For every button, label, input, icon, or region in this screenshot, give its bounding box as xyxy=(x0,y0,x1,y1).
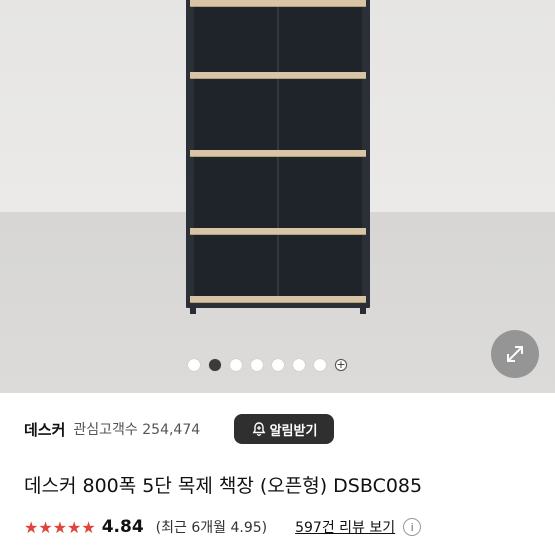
carousel-dot[interactable] xyxy=(293,359,305,371)
product-image[interactable]: + xyxy=(0,0,555,393)
carousel-dot[interactable] xyxy=(188,359,200,371)
recent-rating: (최근 6개월 4.95) xyxy=(155,520,268,536)
star-rating: ★ ★ ★ ★ ★ xyxy=(24,518,96,537)
notify-button-label: 알림받기 xyxy=(269,423,318,439)
rating-score: 4.84 xyxy=(101,517,144,537)
carousel-dot[interactable] xyxy=(314,359,326,371)
bell-plus-icon xyxy=(252,422,266,437)
star-icon: ★ xyxy=(52,517,68,537)
star-icon: ★ xyxy=(24,517,39,537)
carousel-dot[interactable] xyxy=(230,359,242,371)
expand-image-button[interactable] xyxy=(491,330,539,378)
carousel-dot-active[interactable] xyxy=(209,359,221,371)
followers-count: 관심고객수 254,474 xyxy=(73,422,201,438)
notify-button[interactable]: 알림받기 xyxy=(234,414,334,444)
star-icon: ★ xyxy=(38,517,53,537)
carousel-dot[interactable] xyxy=(272,359,284,371)
bookshelf-illustration xyxy=(186,0,370,314)
star-icon: ★ xyxy=(67,517,82,537)
expand-arrows-icon xyxy=(507,346,523,362)
rating-row: ★ ★ ★ ★ ★ 4.84 (최근 6개월 4.95) 597건 리뷰 보기 … xyxy=(24,515,422,539)
seller-name[interactable]: 데스커 xyxy=(24,419,65,440)
info-icon[interactable]: i xyxy=(403,518,422,536)
carousel-more-icon[interactable]: + xyxy=(335,359,347,371)
reviews-link[interactable]: 597건 리뷰 보기 xyxy=(295,517,395,537)
image-carousel-dots[interactable]: + xyxy=(188,358,347,372)
product-title: 데스커 800폭 5단 목제 책장 (오픈형) DSBC085 xyxy=(24,475,423,497)
star-icon: ★ xyxy=(81,517,96,537)
carousel-dot[interactable] xyxy=(251,359,263,371)
